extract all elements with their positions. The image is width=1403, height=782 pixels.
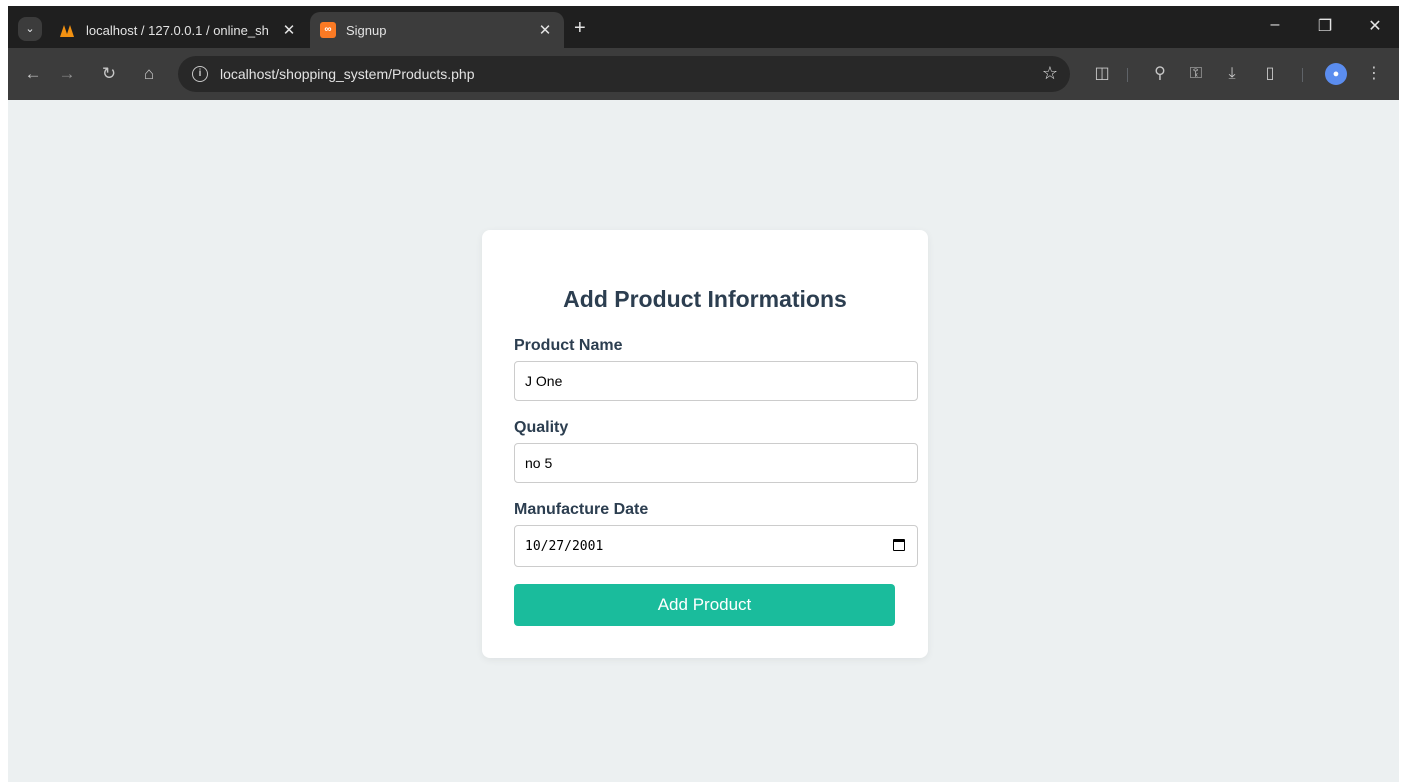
info-icon[interactable]: i (192, 66, 208, 82)
key-icon[interactable]: ⚿ (1184, 62, 1208, 86)
url-path: /shopping_system/Products.php (275, 66, 475, 82)
xampp-favicon-icon: ∞ (320, 22, 336, 38)
add-product-card: Add Product Informations Product Name Qu… (482, 230, 928, 658)
window-close-button[interactable]: ✕ (1360, 16, 1390, 36)
calendar-icon[interactable] (893, 539, 905, 551)
star-icon[interactable]: ☆ (1042, 63, 1058, 84)
page-title: Add Product Informations (563, 286, 847, 312)
page-content: Add Product Informations Product Name Qu… (8, 100, 1399, 782)
quality-label: Quality (514, 419, 569, 436)
arrow-left-icon[interactable]: ← (20, 61, 46, 87)
address-bar[interactable]: i localhost/shopping_system/Products.php… (178, 56, 1070, 92)
url-text[interactable]: localhost/shopping_system/Products.php (220, 66, 475, 82)
download-icon[interactable]: ⤓ (1220, 62, 1244, 86)
tab-strip: ⌄ localhost / 127.0.0.1 / online_sh ✕ ∞ … (8, 6, 1399, 48)
tab-phpmyadmin[interactable]: localhost / 127.0.0.1 / online_sh ✕ (50, 12, 308, 48)
restore-button[interactable]: ❐ (1310, 16, 1340, 36)
browser-window: ⌄ localhost / 127.0.0.1 / online_sh ✕ ∞ … (8, 6, 1399, 782)
reload-icon[interactable]: ↻ (96, 61, 122, 87)
toolbar-divider (1302, 68, 1303, 82)
browser-toolbar: ← → ↻ ⌂ i localhost/shopping_system/Prod… (8, 48, 1399, 100)
minimize-button[interactable]: – (1260, 16, 1290, 34)
puzzle-icon[interactable]: ◫ (1090, 62, 1114, 86)
chevron-down-icon[interactable]: ⌄ (18, 17, 42, 41)
avatar-icon[interactable]: ● (1325, 63, 1347, 85)
arrow-right-icon[interactable]: → (54, 61, 80, 87)
date-value: 10/27/2001 (525, 539, 604, 554)
manufacture-date-input[interactable]: 10/27/2001 (514, 525, 918, 567)
tab-signup[interactable]: ∞ Signup ✕ (310, 12, 564, 48)
phpmyadmin-favicon-icon (60, 22, 76, 38)
incognito-icon[interactable]: ⚲ (1148, 62, 1172, 86)
home-icon[interactable]: ⌂ (136, 61, 162, 87)
new-tab-button[interactable]: + (574, 18, 586, 38)
kebab-menu-icon[interactable]: ⋮ (1362, 62, 1386, 86)
product-name-label: Product Name (514, 337, 623, 354)
manufacture-date-label: Manufacture Date (514, 501, 649, 518)
url-host: localhost (220, 66, 276, 82)
add-product-button[interactable]: Add Product (514, 584, 895, 626)
product-name-input[interactable] (514, 361, 918, 401)
tab-title: Signup (346, 22, 387, 38)
tab-title: localhost / 127.0.0.1 / online_sh (86, 22, 269, 38)
close-icon[interactable]: ✕ (536, 21, 554, 39)
quality-input[interactable] (514, 443, 918, 483)
toolbar-divider (1127, 68, 1128, 82)
trash-icon[interactable]: ▯ (1258, 62, 1282, 86)
close-icon[interactable]: ✕ (280, 21, 298, 39)
